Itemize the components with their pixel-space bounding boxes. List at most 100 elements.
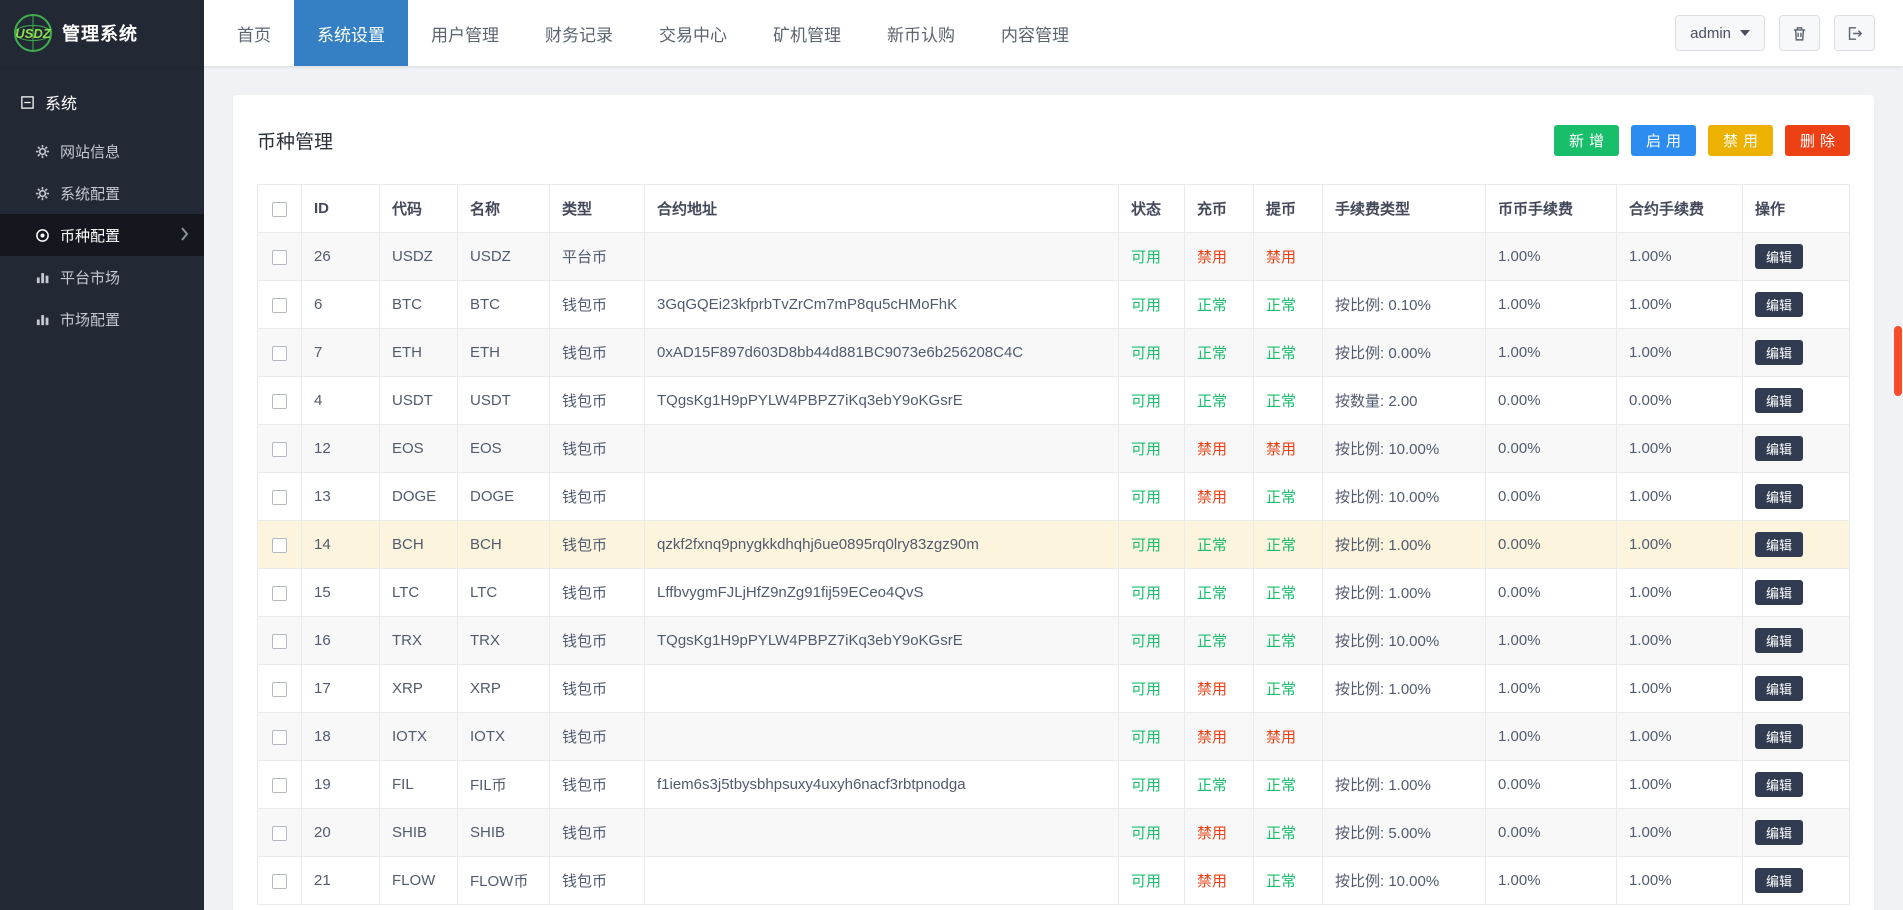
cell-actions: 编辑 <box>1743 713 1850 761</box>
sidebar-item-market-config[interactable]: 市场配置 <box>0 298 204 340</box>
row-checkbox[interactable] <box>272 826 287 841</box>
cell-name: FIL币 <box>458 761 550 809</box>
cell-actions: 编辑 <box>1743 233 1850 281</box>
row-checkbox[interactable] <box>272 586 287 601</box>
nav-item-finance-records[interactable]: 财务记录 <box>522 0 636 66</box>
row-checkbox-cell <box>258 329 302 377</box>
scrollbar-thumb[interactable] <box>1894 326 1902 396</box>
cell-deposit: 正常 <box>1185 617 1254 665</box>
sidebar-section-system[interactable]: 系统 <box>0 66 204 130</box>
row-checkbox[interactable] <box>272 394 287 409</box>
edit-button[interactable]: 编辑 <box>1755 580 1803 605</box>
trash-button[interactable] <box>1779 15 1820 51</box>
edit-button[interactable]: 编辑 <box>1755 532 1803 557</box>
svg-text:USDZ: USDZ <box>15 26 51 41</box>
nav-item-miner-management[interactable]: 矿机管理 <box>750 0 864 66</box>
cell-actions: 编辑 <box>1743 281 1850 329</box>
nav-item-new-coin-subscription[interactable]: 新币认购 <box>864 0 978 66</box>
logout-button[interactable] <box>1834 15 1875 51</box>
nav-item-home[interactable]: 首页 <box>214 0 294 66</box>
cell-fee-type: 按数量: 2.00 <box>1323 377 1486 425</box>
edit-button[interactable]: 编辑 <box>1755 244 1803 269</box>
delete-button[interactable]: 删除 <box>1785 125 1850 156</box>
cell-actions: 编辑 <box>1743 617 1850 665</box>
cell-fee-type: 按比例: 10.00% <box>1323 857 1486 905</box>
row-checkbox-cell <box>258 473 302 521</box>
row-checkbox[interactable] <box>272 682 287 697</box>
logout-icon <box>1846 25 1863 42</box>
row-checkbox[interactable] <box>272 298 287 313</box>
cell-deposit: 禁用 <box>1185 713 1254 761</box>
add-button[interactable]: 新增 <box>1554 125 1619 156</box>
row-checkbox[interactable] <box>272 778 287 793</box>
edit-button[interactable]: 编辑 <box>1755 724 1803 749</box>
table-row: 13DOGEDOGE钱包币可用禁用正常按比例: 10.00%0.00%1.00%… <box>258 473 1850 521</box>
cell-deposit: 禁用 <box>1185 665 1254 713</box>
cell-coin-fee: 1.00% <box>1486 713 1617 761</box>
row-checkbox-cell <box>258 569 302 617</box>
edit-button[interactable]: 编辑 <box>1755 436 1803 461</box>
cell-fee-type: 按比例: 1.00% <box>1323 521 1486 569</box>
cell-actions: 编辑 <box>1743 665 1850 713</box>
row-checkbox[interactable] <box>272 730 287 745</box>
nav-item-system-settings[interactable]: 系统设置 <box>294 0 408 66</box>
cell-id: 15 <box>302 569 380 617</box>
cell-deposit: 正常 <box>1185 569 1254 617</box>
edit-button[interactable]: 编辑 <box>1755 340 1803 365</box>
cell-code: BCH <box>380 521 458 569</box>
table-row: 17XRPXRP钱包币可用禁用正常按比例: 1.00%1.00%1.00%编辑 <box>258 665 1850 713</box>
cell-deposit: 正常 <box>1185 281 1254 329</box>
row-checkbox[interactable] <box>272 634 287 649</box>
enable-button[interactable]: 启用 <box>1631 125 1696 156</box>
trash-icon <box>1791 25 1808 42</box>
cell-contract-address: qzkf2fxnq9pnygkkdhqhj6ue0895rq0lry83zgz9… <box>645 521 1119 569</box>
cell-deposit: 禁用 <box>1185 233 1254 281</box>
row-checkbox[interactable] <box>272 442 287 457</box>
username: admin <box>1690 25 1731 42</box>
cell-type: 钱包币 <box>550 521 645 569</box>
cell-withdraw: 正常 <box>1254 617 1323 665</box>
select-all-checkbox[interactable] <box>272 202 287 217</box>
edit-button[interactable]: 编辑 <box>1755 484 1803 509</box>
toolbar: 新增 启用 禁用 删除 <box>1554 125 1850 156</box>
nav-item-content-management[interactable]: 内容管理 <box>978 0 1092 66</box>
row-checkbox[interactable] <box>272 250 287 265</box>
edit-button[interactable]: 编辑 <box>1755 868 1803 893</box>
cell-name: SHIB <box>458 809 550 857</box>
nav-item-user-management[interactable]: 用户管理 <box>408 0 522 66</box>
cell-coin-fee: 1.00% <box>1486 281 1617 329</box>
column-header-code: 代码 <box>380 185 458 233</box>
cell-status: 可用 <box>1119 377 1185 425</box>
sidebar-item-label: 平台市场 <box>60 267 120 288</box>
cell-fee-type: 按比例: 1.00% <box>1323 761 1486 809</box>
nav-item-trade-center[interactable]: 交易中心 <box>636 0 750 66</box>
cell-withdraw: 正常 <box>1254 473 1323 521</box>
cell-contract-fee: 1.00% <box>1617 857 1743 905</box>
edit-button[interactable]: 编辑 <box>1755 388 1803 413</box>
cell-contract-address <box>645 425 1119 473</box>
sidebar-item-platform-market[interactable]: 平台市场 <box>0 256 204 298</box>
sidebar-item-coin-config[interactable]: 币种配置 <box>0 214 204 256</box>
edit-button[interactable]: 编辑 <box>1755 676 1803 701</box>
edit-button[interactable]: 编辑 <box>1755 292 1803 317</box>
row-checkbox[interactable] <box>272 490 287 505</box>
edit-button[interactable]: 编辑 <box>1755 628 1803 653</box>
table-row: 19FILFIL币钱包币f1iem6s3j5tbysbhpsuxy4uxyh6n… <box>258 761 1850 809</box>
cell-withdraw: 禁用 <box>1254 233 1323 281</box>
edit-button[interactable]: 编辑 <box>1755 820 1803 845</box>
cell-coin-fee: 0.00% <box>1486 521 1617 569</box>
user-menu[interactable]: admin <box>1675 15 1765 51</box>
row-checkbox-cell <box>258 761 302 809</box>
edit-button[interactable]: 编辑 <box>1755 772 1803 797</box>
cell-fee-type: 按比例: 1.00% <box>1323 569 1486 617</box>
row-checkbox[interactable] <box>272 874 287 889</box>
cell-status: 可用 <box>1119 713 1185 761</box>
sidebar-item-label: 网站信息 <box>60 141 120 162</box>
sidebar: 系统 网站信息 系统配置 币种配置 <box>0 66 204 910</box>
row-checkbox[interactable] <box>272 346 287 361</box>
sidebar-item-website-info[interactable]: 网站信息 <box>0 130 204 172</box>
disable-button[interactable]: 禁用 <box>1708 125 1773 156</box>
cell-withdraw: 正常 <box>1254 809 1323 857</box>
sidebar-item-system-config[interactable]: 系统配置 <box>0 172 204 214</box>
row-checkbox[interactable] <box>272 538 287 553</box>
